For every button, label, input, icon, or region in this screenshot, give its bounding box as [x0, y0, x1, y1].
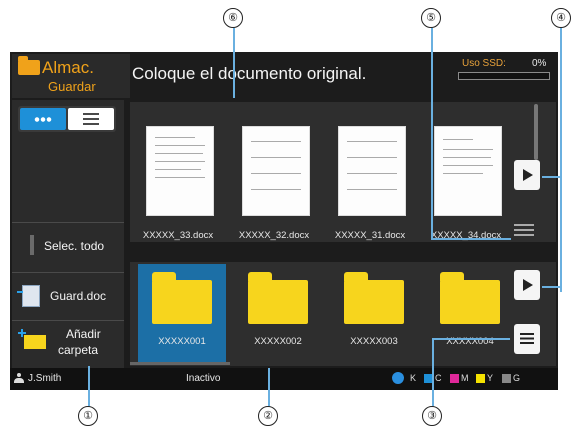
ink-label-m: M	[461, 373, 469, 383]
add-folder-button[interactable]: Añadir carpeta	[12, 320, 124, 369]
document-panel: XXXXX_33.docx XXXXX_32.docx XXXXX_31.doc…	[130, 102, 556, 242]
folder-name: XXXXX003	[350, 336, 398, 347]
thumbnail-view-button[interactable]	[20, 108, 66, 130]
add-folder-label-1: Añadir	[66, 327, 101, 341]
callout-line-5	[431, 28, 433, 240]
document-name: XXXXX_33.docx	[142, 230, 214, 241]
ssd-usage-label: Uso SSD:	[462, 58, 506, 69]
view-toggle	[18, 106, 116, 132]
document-list-icon[interactable]	[514, 224, 534, 236]
add-folder-icon	[18, 329, 46, 349]
folder-next-button[interactable]	[514, 270, 540, 300]
folder-name: XXXXX002	[254, 336, 302, 347]
mode-title: Almac.	[42, 58, 94, 77]
checkbox-icon	[30, 235, 34, 255]
menu-icon	[520, 333, 534, 344]
save-doc-label: Guard.doc	[50, 289, 107, 303]
select-all-button[interactable]: Selec. todo	[12, 222, 124, 271]
status-message: Coloque el documento original.	[132, 64, 367, 83]
document-save-icon	[17, 285, 40, 307]
document-thumbnail	[242, 126, 310, 216]
user-icon	[14, 373, 24, 383]
list-view-button[interactable]	[68, 108, 114, 130]
folder-item[interactable]: XXXXX004	[426, 264, 508, 364]
list-icon	[83, 113, 99, 125]
callout-line-6	[233, 28, 235, 98]
document-name: XXXXX_31.docx	[334, 230, 406, 241]
callout-line-1	[88, 366, 90, 406]
mode-tab[interactable]: Almac. Guardar	[12, 54, 130, 98]
callout-line-2	[268, 368, 270, 406]
ink-label-k: K	[410, 373, 417, 383]
save-doc-button[interactable]: Guard.doc	[12, 272, 124, 321]
document-thumbnail	[434, 126, 502, 216]
ink-yellow-swatch	[476, 374, 485, 383]
ink-gray-swatch	[502, 374, 511, 383]
play-icon	[523, 279, 533, 291]
folder-icon	[18, 56, 40, 75]
mode-subtitle: Guardar	[48, 79, 96, 94]
callout-line-3	[432, 338, 434, 406]
ink-magenta-swatch	[450, 374, 459, 383]
callout-line-4b	[542, 176, 560, 178]
folder-name: XXXXX001	[158, 336, 206, 347]
folder-icon	[152, 272, 212, 324]
callout-line-4c	[542, 286, 560, 288]
callout-3: ③	[422, 406, 442, 426]
machine-state: Inactivo	[186, 373, 221, 384]
ink-label-c: C	[435, 373, 442, 383]
document-name: XXXXX_32.docx	[238, 230, 310, 241]
callout-line-4a	[560, 28, 562, 292]
user-name: J.Smith	[28, 373, 62, 384]
folder-icon	[440, 272, 500, 324]
folder-item[interactable]: XXXXX003	[330, 264, 418, 364]
select-all-label: Selec. todo	[44, 239, 105, 253]
add-folder-label-2: carpeta	[58, 343, 99, 357]
ssd-usage-bar	[458, 72, 550, 80]
folder-panel: XXXXX001 XXXXX002 XXXXX003 XXXXX004	[130, 262, 556, 366]
folder-item[interactable]: XXXXX001	[138, 264, 226, 364]
status-bar: J.Smith Inactivo K C M Y G	[10, 368, 558, 390]
folder-scrollbar[interactable]	[130, 362, 230, 365]
callout-2: ②	[258, 406, 278, 426]
ink-label-g: G	[513, 373, 521, 383]
play-icon	[523, 169, 533, 181]
callout-6: ⑥	[223, 8, 243, 28]
document-next-button[interactable]	[514, 160, 540, 190]
folder-item[interactable]: XXXXX002	[234, 264, 322, 364]
ssd-usage-value: 0%	[532, 58, 547, 69]
callout-4: ④	[551, 8, 571, 28]
folder-menu-button[interactable]	[514, 324, 540, 354]
folder-icon	[248, 272, 308, 324]
sidebar: Selec. todo Guard.doc Añadir carpeta	[12, 100, 124, 368]
ink-label-y: Y	[487, 373, 494, 383]
top-bar: Almac. Guardar Coloque el documento orig…	[10, 52, 558, 100]
document-thumbnail	[146, 126, 214, 216]
refresh-icon	[392, 372, 404, 384]
document-scrollbar[interactable]	[534, 104, 538, 160]
callout-1: ①	[78, 406, 98, 426]
thumbnail-grid-icon	[34, 117, 52, 122]
callout-5: ⑤	[421, 8, 441, 28]
document-thumbnail	[338, 126, 406, 216]
callout-line-3h	[432, 338, 510, 340]
folder-icon	[344, 272, 404, 324]
callout-line-5h	[431, 238, 511, 240]
